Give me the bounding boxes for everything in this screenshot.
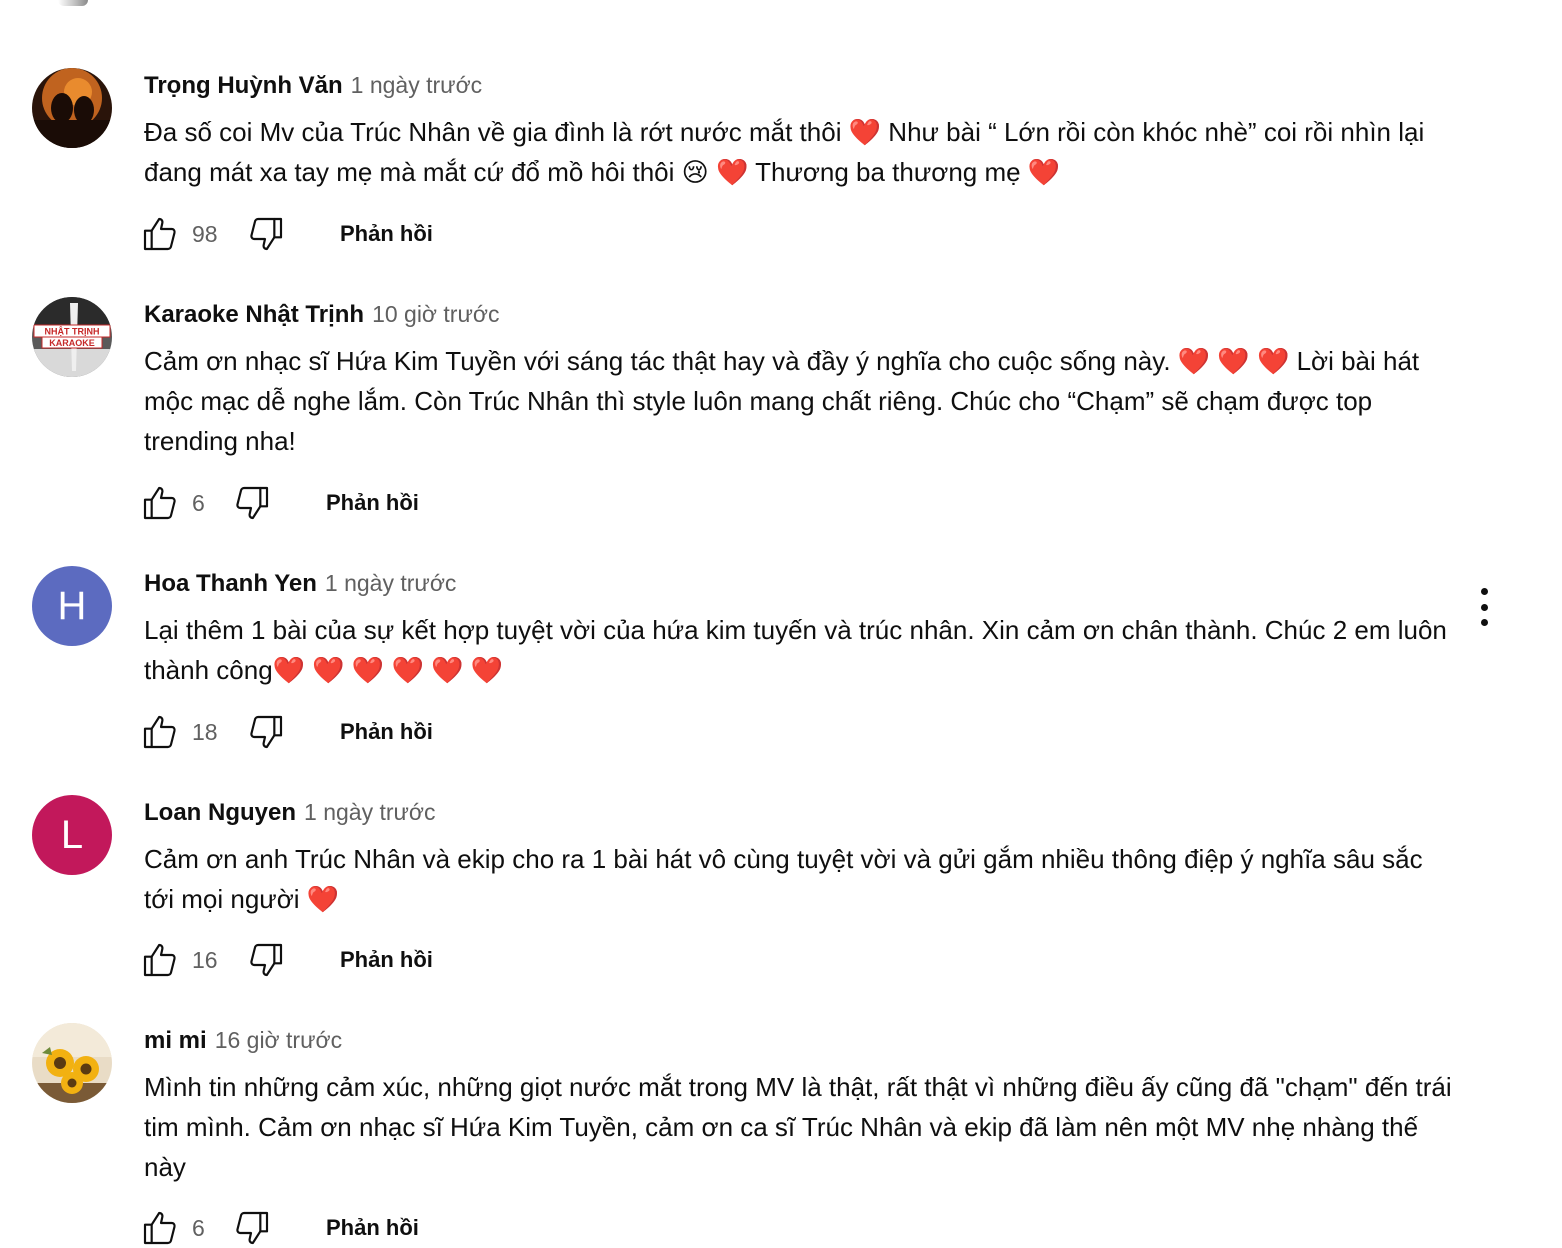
dislike-button[interactable] bbox=[232, 483, 272, 523]
comment-actions: 98 Phản hồi bbox=[140, 214, 433, 254]
comment-time[interactable]: 1 ngày trước bbox=[304, 799, 435, 825]
avatar[interactable]: H bbox=[32, 566, 112, 646]
like-button[interactable] bbox=[140, 940, 180, 980]
thumbs-down-icon bbox=[236, 486, 269, 520]
author-name[interactable]: mi mi bbox=[144, 1027, 207, 1054]
comment-header: Loan Nguyen 1 ngày trước bbox=[144, 799, 436, 827]
thumbs-down-icon bbox=[250, 715, 283, 749]
like-count: 16 bbox=[192, 946, 218, 973]
dislike-button[interactable] bbox=[246, 214, 286, 254]
dislike-button[interactable] bbox=[246, 712, 286, 752]
thumbs-down-icon bbox=[250, 217, 283, 251]
comment-text: Đa số coi Mv của Trúc Nhân về gia đình l… bbox=[144, 117, 1425, 187]
reply-button[interactable]: Phản hồi bbox=[326, 1215, 419, 1241]
avatar[interactable] bbox=[32, 1023, 112, 1103]
thumbs-up-icon bbox=[143, 1211, 176, 1245]
thumbs-down-icon bbox=[250, 943, 283, 977]
author-name[interactable]: Trọng Huỳnh Văn bbox=[144, 72, 343, 99]
thumbs-up-icon bbox=[143, 943, 176, 977]
thumbs-down-icon bbox=[236, 1211, 269, 1245]
reply-button[interactable]: Phản hồi bbox=[340, 221, 433, 247]
like-button[interactable] bbox=[140, 1208, 180, 1248]
dislike-button[interactable] bbox=[232, 1208, 272, 1248]
avatar[interactable]: NHẬT TRỊNH KARAOKE bbox=[32, 297, 112, 377]
author-name[interactable]: Loan Nguyen bbox=[144, 799, 296, 826]
more-vertical-icon[interactable] bbox=[1466, 584, 1502, 630]
comment-actions: 6 Phản hồi bbox=[140, 483, 419, 523]
comment-thread: L Loan Nguyen 1 ngày trước Cảm ơn anh Trú… bbox=[0, 795, 1562, 995]
dislike-button[interactable] bbox=[246, 940, 286, 980]
avatar[interactable] bbox=[32, 68, 112, 148]
reply-button[interactable]: Phản hồi bbox=[340, 947, 433, 973]
comment-header: Hoa Thanh Yen 1 ngày trước bbox=[144, 570, 456, 598]
avatar-logo-line-1: NHẬT TRỊNH bbox=[45, 326, 100, 337]
like-count: 6 bbox=[192, 1214, 205, 1241]
comment-header: mi mi 16 giờ trước bbox=[144, 1027, 342, 1055]
reply-button[interactable]: Phản hồi bbox=[326, 490, 419, 516]
comment-thread: H Hoa Thanh Yen 1 ngày trước Lại thêm 1 b… bbox=[0, 566, 1562, 766]
like-button[interactable] bbox=[140, 712, 180, 752]
comment-text: Cảm ơn nhạc sĩ Hứa Kim Tuyền với sáng tá… bbox=[144, 346, 1420, 456]
comment-text: Lại thêm 1 bài của sự kết hợp tuyệt vời … bbox=[144, 615, 1447, 685]
comment-thread: mi mi 16 giờ trước Mình tin những cảm xúc… bbox=[0, 1023, 1562, 1248]
thumbs-up-icon bbox=[143, 486, 176, 520]
reply-button[interactable]: Phản hồi bbox=[340, 719, 433, 745]
avatar-letter: H bbox=[57, 583, 87, 628]
comment-text: Mình tin những cảm xúc, những giọt nước … bbox=[144, 1072, 1452, 1182]
comment-header: Trọng Huỳnh Văn 1 ngày trước bbox=[144, 72, 482, 100]
comment-time[interactable]: 1 ngày trước bbox=[351, 72, 482, 98]
comment-text: Cảm ơn anh Trúc Nhân và ekip cho ra 1 bà… bbox=[144, 844, 1423, 914]
like-count: 18 bbox=[192, 718, 218, 745]
thumbs-up-icon bbox=[143, 217, 176, 251]
like-button[interactable] bbox=[140, 483, 180, 523]
comment-time[interactable]: 16 giờ trước bbox=[215, 1027, 342, 1053]
comment-thread: NHẬT TRỊNH KARAOKE Karaoke Nhật Trịnh 10 … bbox=[0, 297, 1562, 527]
avatar[interactable]: L bbox=[32, 795, 112, 875]
comment-actions: 16 Phản hồi bbox=[140, 940, 433, 980]
avatar-letter: L bbox=[60, 812, 84, 857]
previous-comment-edge bbox=[58, 0, 88, 6]
comment-actions: 6 Phản hồi bbox=[140, 1208, 419, 1248]
author-name[interactable]: Karaoke Nhật Trịnh bbox=[144, 301, 364, 328]
thumbs-up-icon bbox=[143, 715, 176, 749]
comment-time[interactable]: 10 giờ trước bbox=[372, 301, 499, 327]
like-count: 98 bbox=[192, 220, 218, 247]
comment-actions: 18 Phản hồi bbox=[140, 712, 433, 752]
comment-header: Karaoke Nhật Trịnh 10 giờ trước bbox=[144, 301, 499, 329]
author-name[interactable]: Hoa Thanh Yen bbox=[144, 570, 317, 597]
avatar-logo-line-2: KARAOKE bbox=[49, 338, 95, 348]
like-count: 6 bbox=[192, 489, 205, 516]
comment-time[interactable]: 1 ngày trước bbox=[325, 570, 456, 596]
comment-thread: Trọng Huỳnh Văn 1 ngày trước Đa số coi Mv… bbox=[0, 68, 1562, 268]
like-button[interactable] bbox=[140, 214, 180, 254]
